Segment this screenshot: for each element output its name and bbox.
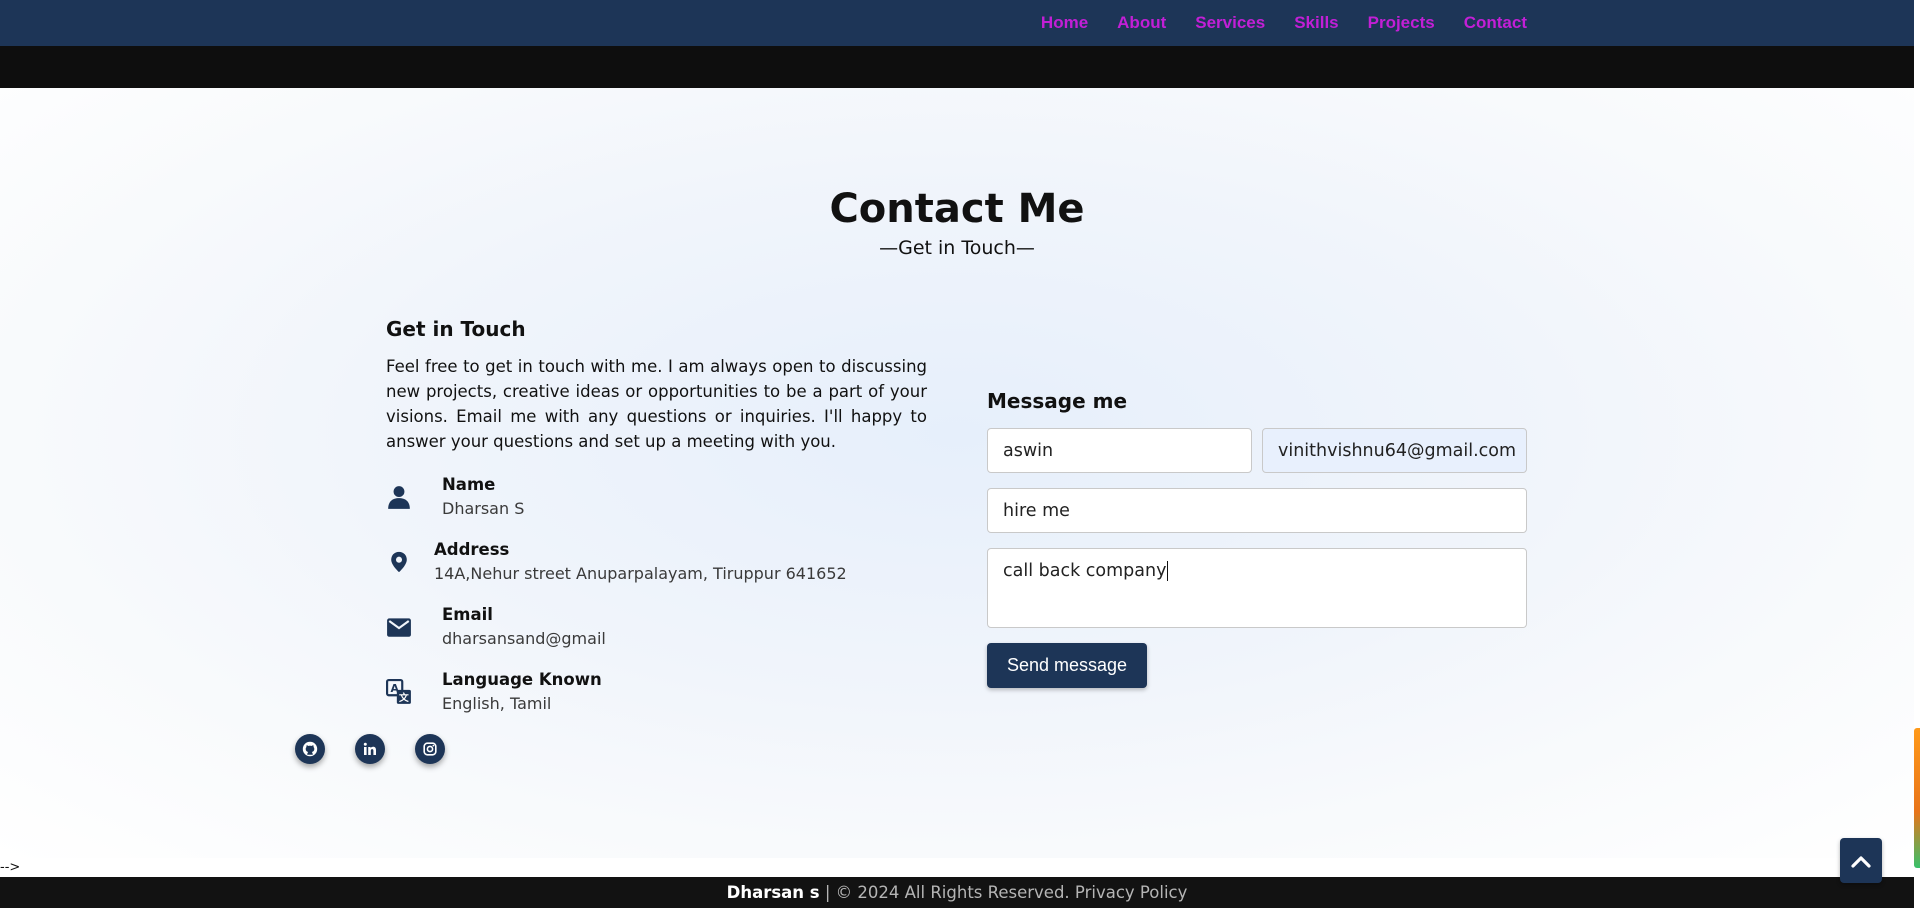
nav-contact-link[interactable]: Contact [1464, 13, 1527, 33]
hero-band [0, 46, 1914, 88]
info-name: Name Dharsan S [386, 474, 524, 522]
nav-projects-link[interactable]: Projects [1368, 13, 1435, 33]
info-value: English, Tamil [442, 694, 552, 713]
info-label: Name [442, 475, 496, 494]
subject-input[interactable]: hire me [987, 488, 1527, 533]
info-label: Language Known [442, 670, 602, 689]
info-value: 14A,Nehur street Anuparpalayam, Tiruppur… [434, 564, 847, 583]
email-input[interactable]: vinithvishnu64@gmail.com [1262, 428, 1527, 473]
message-textarea-value: call back company [1003, 561, 1167, 581]
send-message-button[interactable]: Send message [987, 643, 1147, 688]
text-caret [1167, 561, 1169, 581]
info-email: Email dharsansand@gmail [386, 604, 606, 652]
linkedin-link[interactable] [355, 734, 385, 764]
info-label: Address [434, 540, 510, 559]
section-title: Contact Me [829, 186, 1085, 232]
info-address: Address 14A,Nehur street Anuparpalayam, … [386, 539, 847, 587]
email-input-value: vinithvishnu64@gmail.com [1278, 440, 1517, 461]
back-to-top-button[interactable] [1840, 838, 1882, 883]
subject-input-value: hire me [1003, 500, 1070, 521]
get-in-touch-heading: Get in Touch [386, 317, 526, 341]
stray-text: --> [0, 860, 21, 875]
map-pin-icon [391, 551, 407, 573]
scrollbar-thumb[interactable] [1914, 728, 1920, 868]
envelope-icon [387, 618, 411, 637]
user-icon [388, 486, 410, 509]
github-link[interactable] [295, 734, 325, 764]
instagram-link[interactable] [415, 734, 445, 764]
nav-home-link[interactable]: Home [1041, 13, 1088, 33]
nav-skills-link[interactable]: Skills [1294, 13, 1338, 33]
footer-text: Dharsan s | © 2024 All Rights Reserved. … [0, 883, 1914, 902]
name-input-value: aswin [1003, 440, 1054, 461]
message-textarea[interactable]: call back company [987, 548, 1527, 628]
info-language: A 文 Language Known English, Tamil [386, 669, 602, 717]
instagram-icon [423, 742, 437, 756]
name-input[interactable]: aswin [987, 428, 1252, 473]
linkedin-icon [363, 742, 376, 755]
contact-description: Feel free to get in touch with me. I am … [386, 357, 927, 451]
section-subtitle: —Get in Touch— [879, 237, 1035, 259]
navbar: Home About Services Skills Projects Cont… [0, 0, 1914, 46]
nav-about-link[interactable]: About [1117, 13, 1166, 33]
info-value: Dharsan S [442, 499, 525, 518]
svg-text:文: 文 [399, 691, 409, 704]
footer-rights: | © 2024 All Rights Reserved. Privacy Po… [824, 883, 1188, 902]
language-icon: A 文 [386, 679, 411, 704]
contact-section: Contact Me —Get in Touch— Get in Touch F… [0, 88, 1914, 858]
nav-services-link[interactable]: Services [1195, 13, 1265, 33]
chevron-up-icon [1851, 855, 1871, 868]
footer: Dharsan s | © 2024 All Rights Reserved. … [0, 877, 1914, 908]
nav-links: Home About Services Skills Projects Cont… [1041, 0, 1527, 46]
info-value: dharsansand@gmail [442, 629, 606, 648]
footer-owner: Dharsan s [726, 883, 820, 902]
form-title: Message me [987, 389, 1128, 413]
info-label: Email [442, 605, 493, 624]
github-icon [302, 741, 318, 757]
